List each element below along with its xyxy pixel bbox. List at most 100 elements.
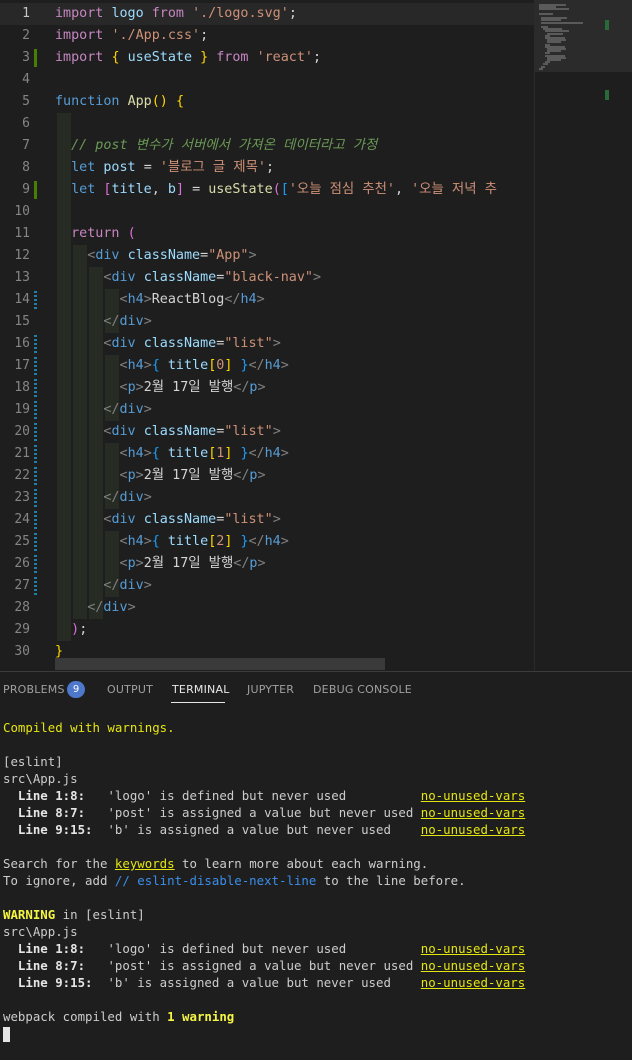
code-text: </div> (87, 600, 136, 615)
code-line[interactable]: 24 <div className="list"> (0, 509, 534, 531)
code-line[interactable]: 16 <div className="list"> (0, 333, 534, 355)
gutter-modified-marker[interactable] (34, 335, 37, 353)
code-text: <div className="App"> (87, 248, 257, 263)
gutter-added-marker[interactable] (34, 49, 37, 67)
code-line[interactable]: 15 </div> (0, 311, 534, 333)
code-line[interactable]: 13 <div className="black-nav"> (0, 267, 534, 289)
line-number: 7 (22, 138, 30, 153)
code-line[interactable]: 21 <h4>{ title[1] }</h4> (0, 443, 534, 465)
line-number: 27 (14, 578, 30, 593)
code-text: <div className="black-nav"> (103, 270, 322, 285)
line-number: 11 (14, 226, 30, 241)
line-number: 3 (22, 50, 30, 65)
code-text: let post = '블로그 글 제목'; (71, 160, 275, 175)
code-text: </div> (103, 314, 152, 329)
minimap-line (539, 8, 569, 11)
code-line[interactable]: 22 <p>2월 17일 발행</p> (0, 465, 534, 487)
gutter-modified-marker[interactable] (34, 401, 37, 419)
rule-link[interactable]: no-unused-vars (421, 958, 525, 973)
code-line[interactable]: 11 return ( (0, 223, 534, 245)
tab-problems[interactable]: PROBLEMS (3, 683, 65, 696)
code-text: <div className="list"> (103, 336, 281, 351)
active-tab-indicator (171, 702, 225, 703)
code-line[interactable]: 18 <p>2월 17일 발행</p> (0, 377, 534, 399)
code-line[interactable]: 9 let [title, b] = useState(['오늘 점심 추천',… (0, 179, 534, 201)
code-line[interactable]: 7 // post 변수가 서버에서 가져온 데이터라고 가정 (0, 135, 534, 157)
code-line[interactable]: 5 function App() { (0, 91, 534, 113)
line-number: 15 (14, 314, 30, 329)
line-number: 12 (14, 248, 30, 263)
rule-link[interactable]: no-unused-vars (421, 788, 525, 803)
gutter-modified-marker[interactable] (34, 357, 37, 375)
code-line[interactable]: 20 <div className="list"> (0, 421, 534, 443)
panel-tabs: PROBLEMS 9 OUTPUT TERMINAL JUPYTER DEBUG… (0, 672, 632, 708)
minimap[interactable] (534, 0, 632, 671)
line-number: 2 (22, 28, 30, 43)
code-text: ); (71, 622, 88, 637)
gutter-modified-marker[interactable] (34, 423, 37, 441)
code-text: return ( (71, 226, 136, 241)
code-line[interactable]: 14 <h4>ReactBlog</h4> (0, 289, 534, 311)
line-number: 18 (14, 380, 30, 395)
search-hint: Search for the keywords to learn more ab… (3, 856, 429, 871)
line-number: 25 (14, 534, 30, 549)
gutter-modified-marker[interactable] (34, 533, 37, 551)
gutter-modified-marker[interactable] (34, 445, 37, 463)
horizontal-scrollbar[interactable] (55, 658, 385, 670)
minimap-change-marker (605, 90, 609, 100)
code-text: // post 변수가 서버에서 가져온 데이터라고 가정 (71, 138, 378, 153)
warning-row: Line 1:8: 'logo' is defined but never us… (3, 788, 526, 803)
terminal-output[interactable]: Compiled with warnings. [eslint] src\App… (3, 719, 628, 1042)
code-line[interactable]: 4 (0, 69, 534, 91)
gutter-modified-marker[interactable] (34, 467, 37, 485)
code-line[interactable]: 27 </div> (0, 575, 534, 597)
code-line[interactable]: 1 import logo from './logo.svg'; (0, 3, 534, 25)
code-line[interactable]: 29 ); (0, 619, 534, 641)
line-number: 8 (22, 160, 30, 175)
warning-row: Line 8:7: 'post' is assigned a value but… (3, 805, 526, 820)
rule-link[interactable]: no-unused-vars (421, 975, 525, 990)
tab-debug-console[interactable]: DEBUG CONSOLE (313, 683, 412, 696)
code-text: <p>2월 17일 발행</p> (119, 380, 266, 395)
code-line[interactable]: 2 import './App.css'; (0, 25, 534, 47)
tab-jupyter[interactable]: JUPYTER (247, 683, 294, 696)
terminal-prompt[interactable] (3, 1025, 628, 1042)
code-text: </div> (103, 490, 152, 505)
code-line[interactable]: 28 </div> (0, 597, 534, 619)
code-line[interactable]: 23 </div> (0, 487, 534, 509)
gutter-modified-marker[interactable] (34, 577, 37, 595)
terminal-cursor (3, 1027, 10, 1042)
minimap-line (539, 12, 554, 15)
tab-terminal[interactable]: TERMINAL (172, 683, 230, 696)
gutter-modified-marker[interactable] (34, 379, 37, 397)
keywords-link[interactable]: keywords (115, 856, 175, 871)
code-text: <p>2월 17일 발행</p> (119, 468, 266, 483)
code-line[interactable]: 3 import { useState } from 'react'; (0, 47, 534, 69)
gutter-modified-marker[interactable] (34, 511, 37, 529)
code-line[interactable]: 10 (0, 201, 534, 223)
code-line[interactable]: 19 </div> (0, 399, 534, 421)
warning-row: Line 9:15: 'b' is assigned a value but n… (3, 822, 526, 837)
line-number: 5 (22, 94, 30, 109)
line-number: 13 (14, 270, 30, 285)
code-text: <h4>{ title[2] }</h4> (119, 534, 289, 549)
rule-link[interactable]: no-unused-vars (421, 941, 525, 956)
gutter-added-marker[interactable] (34, 181, 37, 199)
code-line[interactable]: 26 <p>2월 17일 발행</p> (0, 553, 534, 575)
minimap-change-marker (605, 20, 609, 30)
code-line[interactable]: 25 <h4>{ title[2] }</h4> (0, 531, 534, 553)
rule-link[interactable]: no-unused-vars (421, 822, 525, 837)
code-text: import logo from './logo.svg'; (55, 6, 297, 21)
gutter-modified-marker[interactable] (34, 291, 37, 309)
code-line[interactable]: 6 (0, 113, 534, 135)
gutter-modified-marker[interactable] (34, 555, 37, 573)
rule-link[interactable]: no-unused-vars (421, 805, 525, 820)
line-number: 10 (14, 204, 30, 219)
gutter-modified-marker[interactable] (34, 489, 37, 507)
minimap-line (539, 67, 543, 70)
code-line[interactable]: 12 <div className="App"> (0, 245, 534, 267)
code-line[interactable]: 17 <h4>{ title[0] }</h4> (0, 355, 534, 377)
code-line[interactable]: 8 let post = '블로그 글 제목'; (0, 157, 534, 179)
line-number: 26 (14, 556, 30, 571)
tab-output[interactable]: OUTPUT (107, 683, 153, 696)
